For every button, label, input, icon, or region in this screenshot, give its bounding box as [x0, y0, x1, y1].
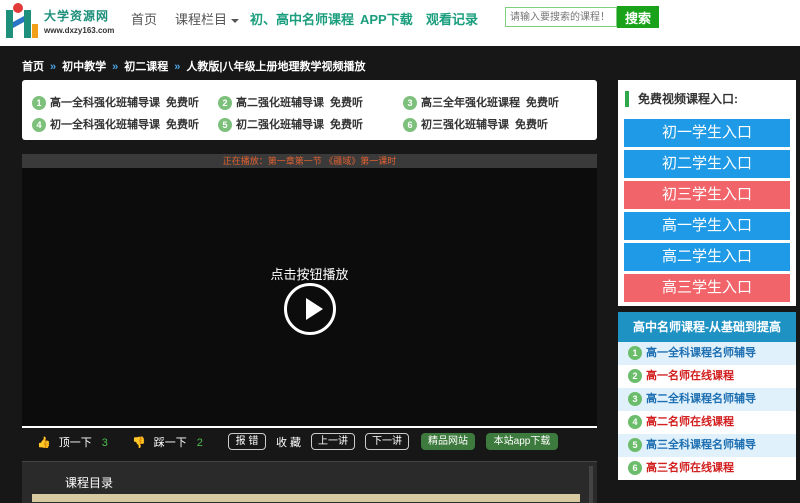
- free-course-item[interactable]: 6 初三强化班辅导课 免费听: [403, 116, 548, 133]
- free-course-tag: 免费听: [166, 119, 199, 131]
- nav-watch-history[interactable]: 观看记录: [426, 9, 478, 28]
- number-badge: 1: [32, 96, 46, 111]
- site-logo[interactable]: 大学资源网 www.dxzy163.com: [4, 2, 114, 42]
- breadcrumb-junior[interactable]: 初中教学: [62, 61, 106, 73]
- free-video-entry: 免费视频课程入口: 初一学生入口 初二学生入口 初三学生入口 高一学生入口 高二…: [618, 80, 796, 306]
- play-hint: 点击按钮播放: [270, 267, 349, 282]
- teacher-course-panel: 高中名师课程-从基础到提高 1 高一全科课程名师辅导 2 高一名师在线课程 3 高二全…: [618, 312, 796, 480]
- free-course-name: 初一全科强化班辅导课: [50, 119, 160, 131]
- now-playing-bar: 正在播放：第一章第一节 《疆域》第一课时: [22, 154, 597, 168]
- teacher-course-item[interactable]: 5 高三全科课程名师辅导: [618, 434, 796, 457]
- teacher-course-item[interactable]: 1 高一全科课程名师辅导: [618, 342, 796, 365]
- premium-site-button[interactable]: 精品网站: [421, 433, 475, 450]
- number-badge: 5: [628, 438, 642, 453]
- free-course-tag: 免费听: [515, 119, 548, 131]
- next-lesson-button[interactable]: 下一讲: [365, 433, 409, 450]
- free-course-name: 初二强化班辅导课: [236, 119, 324, 131]
- free-entry-title: 免费视频课程入口:: [625, 91, 738, 107]
- entry-button-senior3[interactable]: 高三学生入口: [624, 274, 790, 302]
- nav-famous-teacher[interactable]: 初、高中名师课程: [250, 9, 354, 28]
- teacher-course-item[interactable]: 4 高二名师在线课程: [618, 411, 796, 434]
- course-catalog: 课程目录: [22, 461, 597, 503]
- teacher-course-label: 高二名师在线课程: [646, 416, 734, 428]
- dislike-button[interactable]: 👎 踩一下 2: [132, 434, 203, 450]
- number-badge: 2: [628, 369, 642, 384]
- breadcrumb-separator-icon: »: [112, 61, 119, 73]
- teacher-course-item[interactable]: 2 高一名师在线课程: [618, 365, 796, 388]
- teacher-course-item[interactable]: 3 高二全科课程名师辅导: [618, 388, 796, 411]
- entry-button-grade8[interactable]: 初二学生入口: [624, 150, 790, 178]
- number-badge: 6: [628, 461, 642, 476]
- number-badge: 4: [32, 118, 46, 133]
- entry-button-grade7[interactable]: 初一学生入口: [624, 119, 790, 147]
- number-badge: 4: [628, 415, 642, 430]
- entry-button-senior1[interactable]: 高一学生入口: [624, 212, 790, 240]
- favorite-button[interactable]: 收 藏: [276, 434, 301, 450]
- free-course-name: 高一全科强化班辅导课: [50, 97, 160, 109]
- breadcrumb: 首页 » 初中教学 » 初二课程 » 人教版|八年级上册地理教学视频播放: [22, 58, 365, 74]
- free-course-item[interactable]: 4 初一全科强化班辅导课 免费听: [32, 116, 199, 133]
- app-download-button[interactable]: 本站app下载: [486, 433, 558, 450]
- free-course-name: 高三全年强化班课程: [421, 97, 520, 109]
- free-course-tag: 免费听: [330, 97, 363, 109]
- search-button[interactable]: 搜索: [617, 6, 659, 28]
- entry-button-senior2[interactable]: 高二学生入口: [624, 243, 790, 271]
- teacher-course-label: 高一名师在线课程: [646, 370, 734, 382]
- dislike-label: 踩一下: [153, 437, 187, 449]
- play-icon[interactable]: [284, 283, 336, 335]
- breadcrumb-separator-icon: »: [50, 61, 57, 73]
- free-course-item[interactable]: 1 高一全科强化班辅导课 免费听: [32, 94, 199, 111]
- like-label: 顶一下: [58, 437, 92, 449]
- teacher-course-label: 高一全科课程名师辅导: [646, 347, 756, 359]
- number-badge: 1: [628, 346, 642, 361]
- prev-lesson-button[interactable]: 上一讲: [311, 433, 355, 450]
- breadcrumb-current: 人教版|八年级上册地理教学视频播放: [186, 61, 366, 73]
- free-course-item[interactable]: 2 高二强化班辅导课 免费听: [218, 94, 363, 111]
- free-course-box: 1 高一全科强化班辅导课 免费听 2 高二强化班辅导课 免费听 3 高三全年强化班课程 免费…: [22, 80, 597, 140]
- catalog-scrollbar[interactable]: [589, 466, 593, 503]
- logo-icon: [6, 3, 38, 38]
- number-badge: 6: [403, 118, 417, 133]
- nav-course-menu-label: 课程栏目: [175, 12, 228, 27]
- search-input[interactable]: [505, 7, 617, 27]
- logo-url: www.dxzy163.com: [44, 26, 115, 35]
- entry-button-grade9[interactable]: 初三学生入口: [624, 181, 790, 209]
- teacher-course-label: 高三名师在线课程: [646, 462, 734, 474]
- site-header: 大学资源网 www.dxzy163.com 首页 课程栏目 初、高中名师课程 A…: [0, 0, 800, 46]
- nav-app-download[interactable]: APP下载: [360, 9, 413, 28]
- number-badge: 3: [403, 96, 417, 111]
- free-course-tag: 免费听: [330, 119, 363, 131]
- teacher-course-label: 高二全科课程名师辅导: [646, 393, 756, 405]
- number-badge: 5: [218, 118, 232, 133]
- thumbs-up-icon: 👍: [37, 437, 51, 449]
- number-badge: 3: [628, 392, 642, 407]
- breadcrumb-home[interactable]: 首页: [22, 61, 44, 73]
- thumbs-down-icon: 👎: [132, 437, 146, 449]
- chevron-down-icon: [231, 18, 240, 23]
- free-course-item[interactable]: 5 初二强化班辅导课 免费听: [218, 116, 363, 133]
- free-course-item[interactable]: 3 高三全年强化班课程 免费听: [403, 94, 559, 111]
- teacher-course-item[interactable]: 6 高三名师在线课程: [618, 457, 796, 480]
- number-badge: 2: [218, 96, 232, 111]
- like-button[interactable]: 👍 顶一下 3: [37, 434, 108, 450]
- teacher-course-label: 高三全科课程名师辅导: [646, 439, 756, 451]
- player-controls: 👍 顶一下 3 👎 踩一下 2 报 错 收 藏 上一讲 下一讲 精品网站 本站app下载: [22, 432, 597, 452]
- logo-title: 大学资源网: [44, 9, 110, 23]
- free-course-name: 初三强化班辅导课: [421, 119, 509, 131]
- catalog-title: 课程目录: [65, 476, 114, 490]
- breadcrumb-separator-icon: »: [174, 61, 181, 73]
- nav-course-menu[interactable]: 课程栏目: [175, 9, 240, 28]
- report-error-button[interactable]: 报 错: [228, 433, 266, 450]
- teacher-panel-title: 高中名师课程-从基础到提高: [618, 312, 796, 342]
- free-course-name: 高二强化班辅导课: [236, 97, 324, 109]
- free-course-tag: 免费听: [166, 97, 199, 109]
- free-course-tag: 免费听: [526, 97, 559, 109]
- nav-home[interactable]: 首页: [131, 9, 157, 28]
- like-count: 3: [101, 437, 108, 449]
- breadcrumb-grade8[interactable]: 初二课程: [124, 61, 168, 73]
- dislike-count: 2: [196, 437, 203, 449]
- catalog-list[interactable]: [32, 494, 580, 502]
- video-player[interactable]: 点击按钮播放: [22, 168, 597, 428]
